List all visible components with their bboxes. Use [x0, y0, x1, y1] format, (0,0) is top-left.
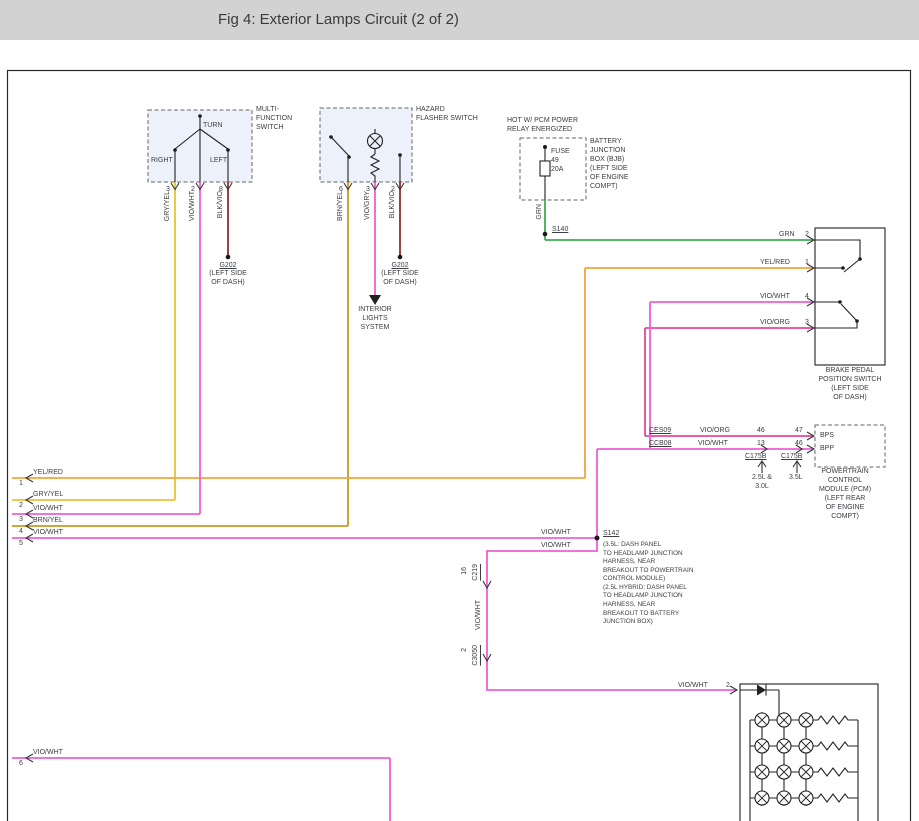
wire-group-grn	[545, 200, 813, 240]
connector-c175b-link-b[interactable]: C175B	[781, 453, 802, 462]
ces09-wire-label: VIO/ORG	[700, 427, 730, 436]
wiring-diagram-page: Fig 4: Exterior Lamps Circuit (2 of 2)	[0, 0, 919, 821]
c3050-pin-2: 2	[461, 648, 470, 652]
splice-s140-link[interactable]: S140	[552, 226, 568, 235]
ccb08-wire-label: VIO/WHT	[698, 440, 728, 449]
wire-group-yel-red	[12, 268, 813, 478]
bpps-pin-2: 2	[805, 231, 809, 240]
bpps-wire-vio-org: VIO/ORG	[760, 319, 790, 328]
rear-lamps-wire-label: VIO/WHT	[678, 682, 708, 691]
bpps-wire-grn: GRN	[779, 231, 795, 240]
edge-wire-6-label: VIO/WHT	[33, 749, 63, 758]
ground-g202-location: (LEFT SIDE OF DASH)	[198, 270, 258, 288]
circuit-ces09-link[interactable]: CES09	[649, 427, 671, 436]
edge-wire-5-num: 5	[19, 540, 23, 549]
wire-label-blk-vio-2: BLK/VIO	[389, 191, 398, 218]
edge-wire-2-num: 2	[19, 502, 23, 511]
bpps-wire-vio-wht: VIO/WHT	[760, 293, 790, 302]
variant-25-30-label: 2.5L & 3.0L	[743, 474, 781, 492]
brake-pedal-switch-label: BRAKE PEDAL POSITION SWITCH (LEFT SIDE O…	[800, 367, 900, 403]
pcm-bps-label: BPS	[820, 432, 834, 441]
edge-wire-1-num: 1	[19, 480, 23, 489]
edge-wire-3-label: VIO/WHT	[33, 505, 63, 514]
hazard-flasher-switch-box	[320, 108, 412, 182]
ccb08-pin-b: 46	[795, 440, 803, 449]
ccb08-pin-a: 13	[757, 440, 765, 449]
wire-group-gry-yel	[12, 182, 175, 500]
wire-group-vio-org	[645, 328, 813, 436]
wire-label-brn-yel: BRN/YEL	[337, 191, 346, 221]
interior-lights-system-label: INTERIOR LIGHTS SYSTEM	[345, 306, 405, 333]
hot-feed-label: HOT W/ PCM POWER RELAY ENERGIZED	[507, 117, 578, 135]
edge-wire-4-num: 4	[19, 528, 23, 537]
component-boxes	[148, 108, 885, 821]
hazard-flasher-switch-label: HAZARD FLASHER SWITCH	[416, 106, 478, 124]
bpps-pin-4: 4	[805, 293, 809, 302]
c219-pin-16: 16	[461, 567, 470, 575]
bpps-wire-yel-red: YEL/RED	[760, 259, 790, 268]
ground-g202-location-2: (LEFT SIDE OF DASH)	[370, 270, 430, 288]
edge-wire-5-label: VIO/WHT	[33, 529, 63, 538]
right-label: RIGHT	[151, 157, 173, 166]
wire-label-vio-wht: VIO/WHT	[189, 191, 198, 221]
s142-note: (3.5L: DASH PANEL TO HEADLAMP JUNCTION H…	[603, 541, 693, 627]
s142-wire-a-label: VIO/WHT	[541, 529, 571, 538]
connector-c3050-link[interactable]: C3050	[472, 645, 481, 666]
ces09-pin-b: 47	[795, 427, 803, 436]
multi-function-switch-label: MULTI- FUNCTION SWITCH	[256, 106, 292, 133]
wire-label-vio-gry: VIO/GRY	[364, 191, 373, 220]
pcm-bpp-label: BPP	[820, 445, 834, 454]
edge-wire-3-num: 3	[19, 516, 23, 525]
connector-c175b-link-a[interactable]: C175B	[745, 453, 766, 462]
circuit-ccb08-link[interactable]: CCB08	[649, 440, 672, 449]
edge-wire-2-label: GRY/YEL	[33, 491, 63, 500]
connector-c219-link[interactable]: C219	[472, 564, 481, 581]
splice-s142-link[interactable]: S142	[603, 530, 619, 539]
fuse-49-label: FUSE 49 20A	[551, 148, 570, 175]
turn-label: TURN	[203, 122, 222, 131]
bpps-pin-1: 1	[805, 259, 809, 268]
wire-label-blk-vio: BLK/VIO	[217, 191, 226, 218]
edge-wire-1-label: YEL/RED	[33, 469, 63, 478]
edge-wire-4-label: BRN/YEL	[33, 517, 63, 526]
left-label: LEFT	[210, 157, 227, 166]
s142-wire-b-label: VIO/WHT	[541, 542, 571, 551]
edge-wire-6-num: 6	[19, 760, 23, 769]
bpps-pin-3: 3	[805, 319, 809, 328]
pcm-label: POWERTRAIN CONTROL MODULE (PCM) (LEFT RE…	[795, 468, 895, 522]
bjb-label: BATTERY JUNCTION BOX (BJB) (LEFT SIDE OF…	[590, 138, 629, 192]
brake-pedal-switch-box	[815, 228, 885, 365]
ces09-pin-a: 46	[757, 427, 765, 436]
wire-label-gry-yel: GRY/YEL	[164, 191, 173, 221]
rear-lamps-pin: 2	[726, 682, 730, 691]
wire-label-grn-vertical: GRN	[536, 204, 545, 220]
wire-label-vio-wht-vertical: VIO/WHT	[475, 600, 484, 630]
